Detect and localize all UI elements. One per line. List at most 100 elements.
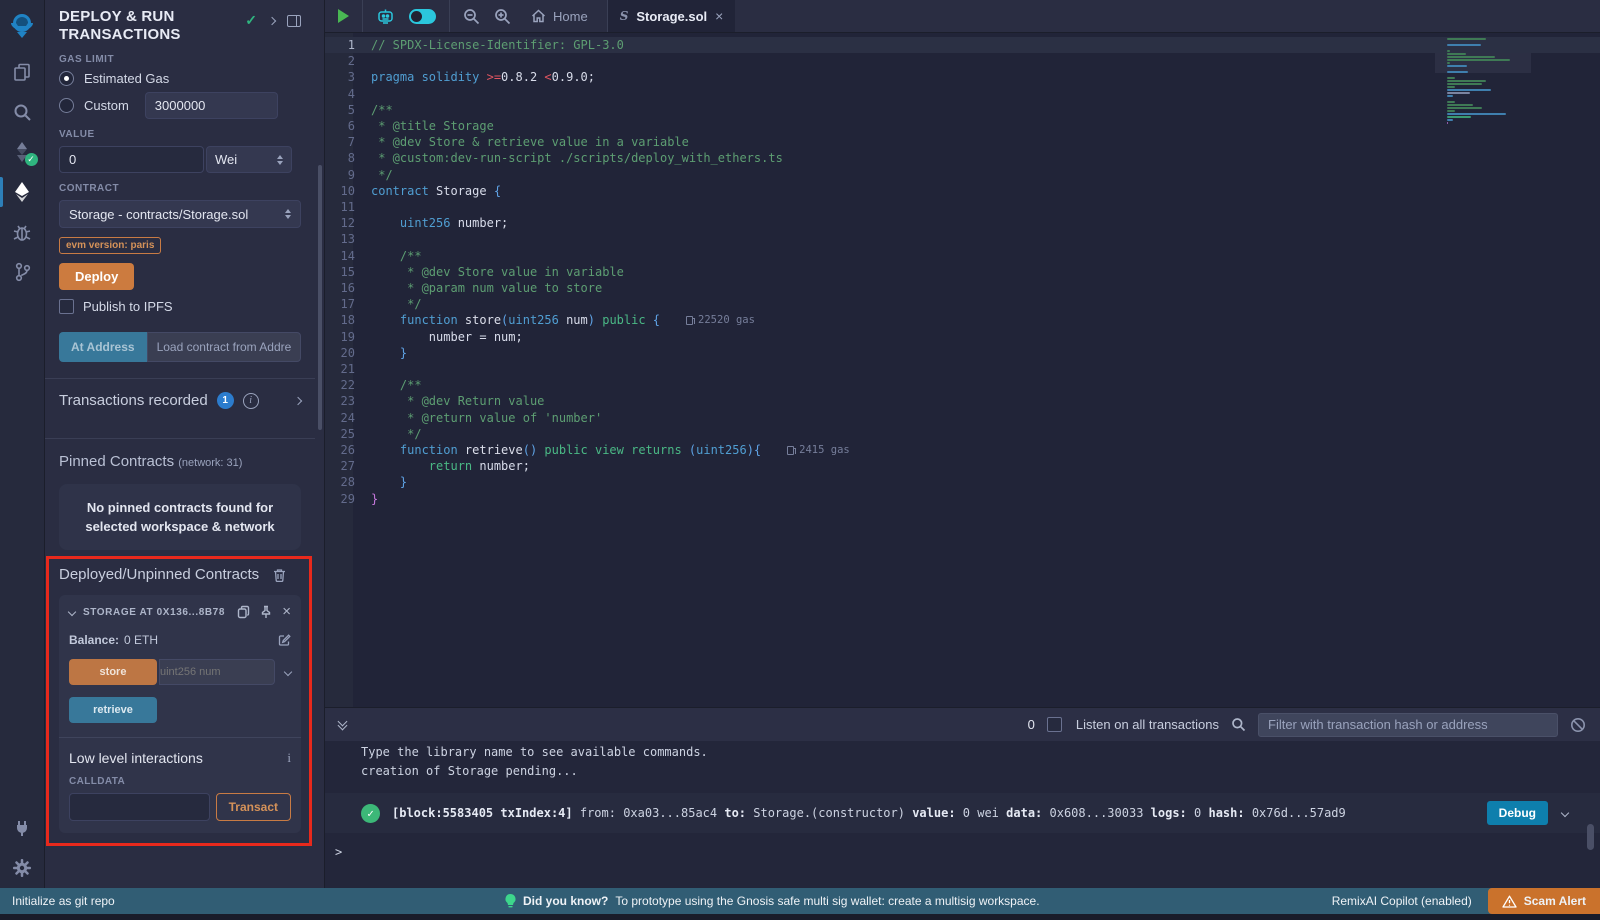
code-line: 11 — [325, 199, 1600, 215]
tip-title: Did you know? — [523, 894, 608, 908]
remix-logo-icon[interactable] — [0, 0, 45, 52]
code-lines: 1// SPDX-License-Identifier: GPL-3.023pr… — [325, 37, 1600, 507]
transactions-expand-icon[interactable] — [294, 396, 302, 404]
balance-label: Balance: — [69, 633, 119, 647]
sidebar-item-plugin-manager[interactable] — [0, 808, 45, 848]
code-line: 12 uint256 number; — [325, 215, 1600, 231]
code-line: 7 * @dev Store & retrieve value in a var… — [325, 134, 1600, 150]
info-icon[interactable]: i — [287, 750, 291, 766]
transact-button[interactable]: Transact — [216, 793, 291, 821]
listen-all-transactions-label: Listen on all transactions — [1076, 717, 1219, 732]
compile-success-badge: ✓ — [25, 153, 38, 166]
gas-estimate-annotation: 22520 gas — [686, 312, 755, 328]
listen-all-transactions-checkbox[interactable] — [1047, 717, 1062, 732]
code-line: 3pragma solidity >=0.8.2 <0.9.0; — [325, 69, 1600, 85]
custom-gas-label: Custom — [84, 98, 129, 113]
code-line: 27 return number; — [325, 458, 1600, 474]
value-label: VALUE — [59, 129, 301, 140]
sidebar-item-debugger[interactable] — [0, 212, 45, 252]
transaction-log-row[interactable]: ✓ [block:5583405 txIndex:4] from: 0xa03.… — [325, 793, 1600, 833]
sidebar-item-solidity-compiler[interactable]: ✓ — [0, 132, 45, 172]
sidebar-item-search[interactable] — [0, 92, 45, 132]
code-line: 25 */ — [325, 426, 1600, 442]
trash-icon[interactable] — [273, 568, 286, 582]
sidebar-item-git[interactable] — [0, 252, 45, 292]
at-address-button[interactable]: At Address — [59, 332, 147, 362]
clear-console-icon[interactable] — [1570, 717, 1586, 733]
panel-forward-icon[interactable] — [268, 16, 276, 24]
expand-args-icon[interactable] — [284, 668, 292, 676]
chevron-down-icon[interactable] — [68, 608, 76, 616]
info-icon[interactable]: i — [243, 393, 259, 409]
code-line: 17 */ — [325, 296, 1600, 312]
estimated-gas-radio[interactable] — [59, 71, 74, 86]
value-input[interactable] — [59, 146, 204, 173]
gas-limit-label: GAS LIMIT — [59, 54, 301, 65]
debug-button[interactable]: Debug — [1487, 801, 1548, 825]
transaction-filter-input[interactable] — [1258, 713, 1558, 737]
no-pinned-contracts-message: No pinned contracts found for selected w… — [59, 484, 301, 550]
remove-contract-icon[interactable]: × — [282, 606, 291, 618]
at-address-input[interactable] — [147, 332, 301, 362]
custom-gas-radio[interactable] — [59, 98, 74, 113]
calldata-label: CALLDATA — [69, 776, 291, 787]
terminal-prompt[interactable]: > — [325, 833, 1600, 859]
store-function-button[interactable]: store — [69, 659, 157, 685]
terminal-scrollbar-thumb[interactable] — [1587, 824, 1594, 850]
search-icon — [1231, 717, 1246, 732]
tab-storage-sol[interactable]: S Storage.sol × — [608, 0, 736, 32]
transactions-recorded-label: Transactions recorded — [59, 392, 208, 409]
close-tab-icon[interactable]: × — [715, 8, 723, 24]
home-label: Home — [553, 9, 588, 24]
contract-selected-value: Storage - contracts/Storage.sol — [69, 207, 248, 222]
code-line: 15 * @dev Store value in variable — [325, 264, 1600, 280]
ai-copilot-robot-icon[interactable] — [376, 7, 395, 25]
editor-toolbar: Home S Storage.sol × — [325, 0, 1600, 33]
deployed-contract-card: STORAGE AT 0X136...8B78 × Balance: 0 ETH — [59, 595, 301, 833]
code-line: 6 * @title Storage — [325, 118, 1600, 134]
value-unit-selected: Wei — [215, 152, 237, 167]
deployed-contract-name: STORAGE AT 0X136...8B78 — [83, 607, 225, 618]
copilot-toggle[interactable] — [409, 9, 436, 24]
code-line: 13 — [325, 231, 1600, 247]
code-editor[interactable]: 1// SPDX-License-Identifier: GPL-3.023pr… — [325, 33, 1600, 707]
code-line: 18 function store(uint256 num) public {2… — [325, 312, 1600, 328]
panel-title: DEPLOY & RUN TRANSACTIONS — [59, 8, 245, 44]
collapse-terminal-icon[interactable] — [339, 721, 346, 729]
retrieve-function-button[interactable]: retrieve — [69, 697, 157, 723]
edit-balance-icon[interactable] — [278, 634, 291, 647]
value-unit-select[interactable]: Wei — [206, 146, 292, 173]
sidebar-item-deploy-run[interactable] — [0, 172, 45, 212]
calldata-input[interactable] — [69, 793, 210, 821]
tab-label: Storage.sol — [636, 9, 707, 24]
sidebar-item-settings[interactable] — [0, 848, 45, 888]
scam-alert-button[interactable]: Scam Alert — [1488, 888, 1600, 914]
icon-rail: ✓ — [0, 0, 45, 888]
code-line: 20 } — [325, 345, 1600, 361]
git-init-button[interactable]: Initialize as git repo — [0, 894, 115, 908]
panel-scrollbar-thumb[interactable] — [318, 165, 322, 430]
publish-ipfs-checkbox[interactable] — [59, 299, 74, 314]
deploy-button[interactable]: Deploy — [59, 263, 134, 290]
home-tab[interactable]: Home — [525, 9, 594, 24]
pinned-contracts-title: Pinned Contracts (network: 31) — [59, 439, 301, 470]
sidebar-item-file-explorer[interactable] — [0, 52, 45, 92]
pin-panel-icon[interactable] — [287, 15, 301, 27]
pin-contract-icon[interactable] — [260, 605, 272, 619]
minimap[interactable] — [1443, 36, 1521, 126]
code-line: 14 /** — [325, 248, 1600, 264]
zoom-out-icon[interactable] — [463, 8, 480, 25]
copilot-status-label[interactable]: RemixAI Copilot (enabled) — [1332, 894, 1488, 908]
code-line: 1// SPDX-License-Identifier: GPL-3.0 — [325, 37, 1600, 53]
contract-label: CONTRACT — [59, 183, 301, 194]
gas-estimate-annotation: 2415 gas — [787, 442, 850, 458]
store-arg-input[interactable] — [159, 659, 275, 685]
copy-address-icon[interactable] — [237, 605, 250, 619]
terminal-log-text: [block:5583405 txIndex:4] from: 0xa03...… — [392, 806, 1346, 820]
run-script-icon[interactable] — [338, 9, 349, 23]
expand-log-icon[interactable] — [1561, 809, 1569, 817]
custom-gas-input[interactable] — [145, 92, 278, 119]
contract-select[interactable]: Storage - contracts/Storage.sol — [59, 200, 301, 228]
remix-ide-window: ✓ DEPLOY & RUN TRANSACTIONS ✓ GAS — [0, 0, 1600, 920]
zoom-in-icon[interactable] — [494, 8, 511, 25]
